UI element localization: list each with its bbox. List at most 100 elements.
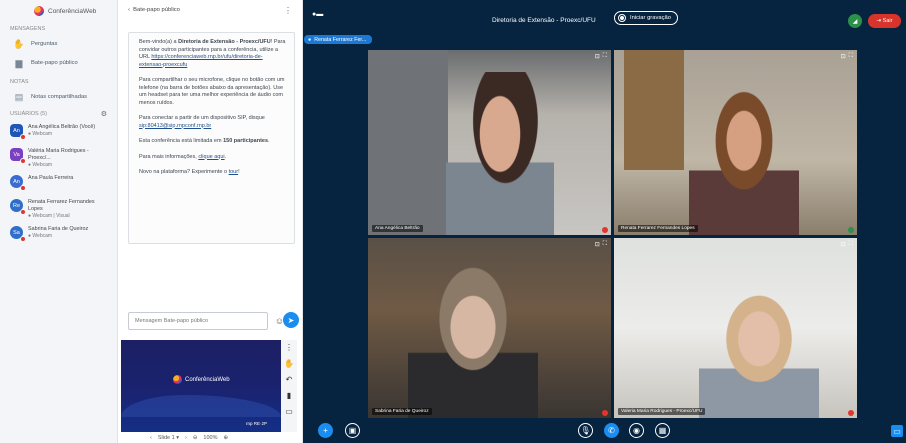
avatar: An <box>10 175 26 191</box>
users-section-title: USUÁRIOS (5) <box>10 111 47 117</box>
microphone-button[interactable]: 🎙 <box>578 423 593 438</box>
sip-link[interactable]: sip:80413@sip.rnpconf.rnp.br <box>139 123 211 129</box>
video-tile[interactable]: ⊡ ⛶ Ana Angélica Beltrão <box>368 50 611 235</box>
avatar: Sa <box>10 226 26 242</box>
focus-icon[interactable]: ⊡ <box>841 241 846 248</box>
tile-tools: ⊡ ⛶ <box>841 241 853 248</box>
users-header: USUÁRIOS (5) ⚙ <box>0 106 117 121</box>
video-tile[interactable]: ⊡ ⛶ Sabrina Faria de Queiroz <box>368 238 611 418</box>
sidebar-item-label: Perguntas <box>31 41 58 47</box>
limit-text: Esta conferência está limitada em <box>139 138 224 144</box>
presenter-icon: ● <box>308 36 312 43</box>
invite-url-link[interactable]: https://conferenciaweb.rnp.br/ufu/direto… <box>139 54 263 68</box>
participant-name: Sabrina Faria de Queiroz <box>372 408 432 415</box>
brand: ConferênciaWeb <box>0 0 117 22</box>
more-options-icon[interactable]: ⋮ <box>284 342 294 352</box>
microphone-instructions: Para compartilhar o seu microfone, cliqu… <box>139 77 285 106</box>
presenter-badge: ● Renata Ferrarez Fer... <box>304 35 373 44</box>
focus-icon[interactable]: ⊡ <box>595 241 600 248</box>
whiteboard-icon[interactable]: ▭ <box>284 406 294 416</box>
fullscreen-icon[interactable]: ⛶ <box>603 53 607 60</box>
more-options-icon[interactable]: ⋮ <box>284 6 292 15</box>
user-list-item[interactable]: Sa Sabrina Faria de Queiroz ● Webcam <box>0 223 117 247</box>
welcome-message: Bem-vindo(a) a Diretoria de Extensão - P… <box>128 32 295 244</box>
info-text: Para mais informações, <box>139 153 199 160</box>
user-name: Renata Ferrarez Fernandes Lopes <box>28 199 95 212</box>
presentation-slide: ConferênciaWeb rnp RE·2P <box>121 340 281 432</box>
user-name: Ana Angélica Beltrão (Você) <box>28 124 96 130</box>
phone-button[interactable]: ✆ <box>604 423 619 438</box>
record-label: Iniciar gravação <box>630 15 671 21</box>
info-text-end: . <box>224 153 227 160</box>
user-list-item[interactable]: Va Valéria Maria Rodrigues - Proexc/... ● … <box>0 145 117 172</box>
user-status: ● Webcam | Visual <box>28 213 70 219</box>
users-toggle-icon[interactable]: ●▬ <box>312 11 323 18</box>
muted-mic-icon <box>20 236 26 242</box>
gear-icon[interactable]: ⚙ <box>101 110 107 118</box>
video-tile[interactable]: ⊡ ⛶ Valeria Maria Rodrigues - Proexc/UFU <box>614 238 857 418</box>
sidebar-item-questions[interactable]: ✋ Perguntas <box>0 35 117 53</box>
annotation-toolbar: ⋮ ✋ ↶ ▮ ▭ <box>281 340 297 432</box>
sidebar-item-public-chat[interactable]: ▆ Bate-papo público <box>0 53 117 73</box>
welcome-text: Bem-vindo(a) a <box>139 39 179 45</box>
tour-link[interactable]: tour <box>229 169 238 175</box>
more-info-link[interactable]: clique aqui <box>198 154 224 160</box>
muted-mic-icon <box>602 227 608 233</box>
zoom-level: 100% <box>203 435 218 441</box>
user-info: Ana Angélica Beltrão (Você) ● Webcam <box>28 124 95 138</box>
sip-text: Para conectar a partir de um dispositivo… <box>139 115 265 121</box>
muted-mic-icon <box>848 410 854 416</box>
participant-video <box>689 90 799 235</box>
participant-name: Valeria Maria Rodrigues - Proexc/UFU <box>618 408 706 415</box>
previous-slide-button[interactable]: ‹ <box>150 435 152 441</box>
conferenciaweb-logo-icon <box>34 6 44 16</box>
user-list-item[interactable]: Re Renata Ferrarez Fernandes Lopes ● Webca… <box>0 196 117 223</box>
user-info: Ana Paula Ferreira <box>28 175 73 182</box>
fullscreen-icon[interactable]: ⛶ <box>603 241 607 248</box>
participant-video <box>408 253 538 418</box>
focus-icon[interactable]: ⊡ <box>595 53 600 60</box>
top-bar: ●▬ Diretoria de Extensão - Proexc/UFU In… <box>303 0 906 35</box>
focus-icon[interactable]: ⊡ <box>841 53 846 60</box>
slide-wave-decoration <box>121 395 281 417</box>
video-tile[interactable]: ⊡ ⛶ Renata Ferrarez Fernandes Lopes <box>614 50 857 235</box>
next-slide-button[interactable]: › <box>185 435 187 441</box>
avatar: Va <box>10 148 26 164</box>
user-info: Valéria Maria Rodrigues - Proexc/... ● We… <box>28 148 109 169</box>
trash-icon[interactable]: ▮ <box>284 390 294 400</box>
share-presentation-button[interactable]: ▣ <box>345 423 360 438</box>
avatar-initials: Re <box>12 202 21 209</box>
leave-button[interactable]: ⇥ Sair <box>868 14 901 28</box>
messages-section-title: MENSAGENS <box>10 26 46 32</box>
sidebar-item-label: Notas compartilhadas <box>31 94 88 100</box>
conference-app: ConferênciaWeb MENSAGENS ✋ Perguntas ▆ B… <box>0 0 906 443</box>
slide-footer: rnp RE·2P <box>245 421 267 426</box>
restore-presentation-button[interactable]: ▭ <box>891 425 903 437</box>
chat-title: Bate-papo público <box>133 7 180 13</box>
actions-button[interactable]: + <box>318 423 333 438</box>
screen-share-button[interactable]: ▦ <box>655 423 670 438</box>
zoom-out-button[interactable]: ⊖ <box>193 435 198 441</box>
fullscreen-icon[interactable]: ⛶ <box>849 53 853 60</box>
sidebar-item-shared-notes[interactable]: ▤ Notas compartilhadas <box>0 88 117 106</box>
camera-button[interactable]: ◉ <box>629 423 644 438</box>
slide-navigation: ‹ Slide 1 ▾ › ⊖ 100% ⊕ <box>150 433 228 443</box>
user-status: ● Webcam <box>28 131 53 137</box>
send-button[interactable]: ➤ <box>283 312 299 328</box>
tour-text: Novo na plataforma? Experimente o <box>139 169 229 175</box>
chat-back-button[interactable]: ‹ Bate-papo público <box>128 7 180 13</box>
tile-tools: ⊡ ⛶ <box>841 53 853 60</box>
zoom-in-button[interactable]: ⊕ <box>224 435 229 441</box>
hand-tool-icon[interactable]: ✋ <box>284 358 294 368</box>
connection-status-button[interactable]: ◢ <box>848 14 862 28</box>
slide-selector[interactable]: Slide 1 ▾ <box>158 435 179 441</box>
start-recording-button[interactable]: Iniciar gravação <box>614 11 678 25</box>
chat-message-input[interactable]: Mensagem Bate-papo público <box>128 312 268 330</box>
tile-tools: ⊡ ⛶ <box>595 241 607 248</box>
user-list-item[interactable]: An Ana Angélica Beltrão (Você) ● Webcam <box>0 121 117 145</box>
fullscreen-icon[interactable]: ⛶ <box>849 241 853 248</box>
user-list-item[interactable]: An Ana Paula Ferreira <box>0 172 117 196</box>
undo-icon[interactable]: ↶ <box>284 374 294 384</box>
leave-label: Sair <box>882 18 893 24</box>
slide-logo-text: ConferênciaWeb <box>185 376 230 383</box>
